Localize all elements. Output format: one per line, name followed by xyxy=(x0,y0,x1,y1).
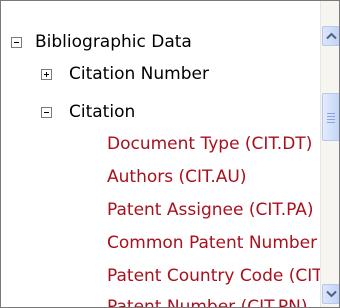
thumb-grip xyxy=(327,113,335,114)
thumb-grip xyxy=(327,119,335,120)
vertical-scrollbar[interactable] xyxy=(320,1,339,307)
tree-leaf-common-patent-number[interactable]: Common Patent Number xyxy=(107,233,317,253)
tree-node-label: Citation Number xyxy=(69,64,209,84)
tree-leaf-authors[interactable]: Authors (CIT.AU) xyxy=(107,167,247,187)
collapse-icon[interactable] xyxy=(11,37,22,48)
tree-node-bibliographic-data[interactable]: Bibliographic Data xyxy=(11,32,192,52)
scroll-down-button[interactable] xyxy=(322,284,339,304)
tree-view-panel: Bibliographic Data Citation Number Citat… xyxy=(0,0,340,308)
tree-leaf-patent-assignee[interactable]: Patent Assignee (CIT.PA) xyxy=(107,200,314,220)
tree-node-citation[interactable]: Citation xyxy=(41,102,135,122)
thumb-grip xyxy=(327,116,335,117)
chevron-down-icon xyxy=(326,290,337,298)
tree-content: Bibliographic Data Citation Number Citat… xyxy=(1,1,321,307)
chevron-up-icon xyxy=(326,32,337,40)
tree-leaf-patent-number[interactable]: Patent Number (CIT.PN) xyxy=(107,297,307,307)
tree-node-label: Bibliographic Data xyxy=(35,32,192,52)
expand-icon[interactable] xyxy=(41,69,52,80)
tree-node-label: Citation xyxy=(69,102,136,122)
tree-leaf-document-type[interactable]: Document Type (CIT.DT) xyxy=(107,134,312,154)
thumb-grip xyxy=(327,122,335,123)
tree-leaf-patent-country-code[interactable]: Patent Country Code (CIT.PC) xyxy=(107,266,321,286)
scroll-thumb[interactable] xyxy=(322,93,339,141)
tree-node-citation-number[interactable]: Citation Number xyxy=(41,64,209,84)
scroll-up-button[interactable] xyxy=(322,26,339,46)
collapse-icon[interactable] xyxy=(41,107,52,118)
